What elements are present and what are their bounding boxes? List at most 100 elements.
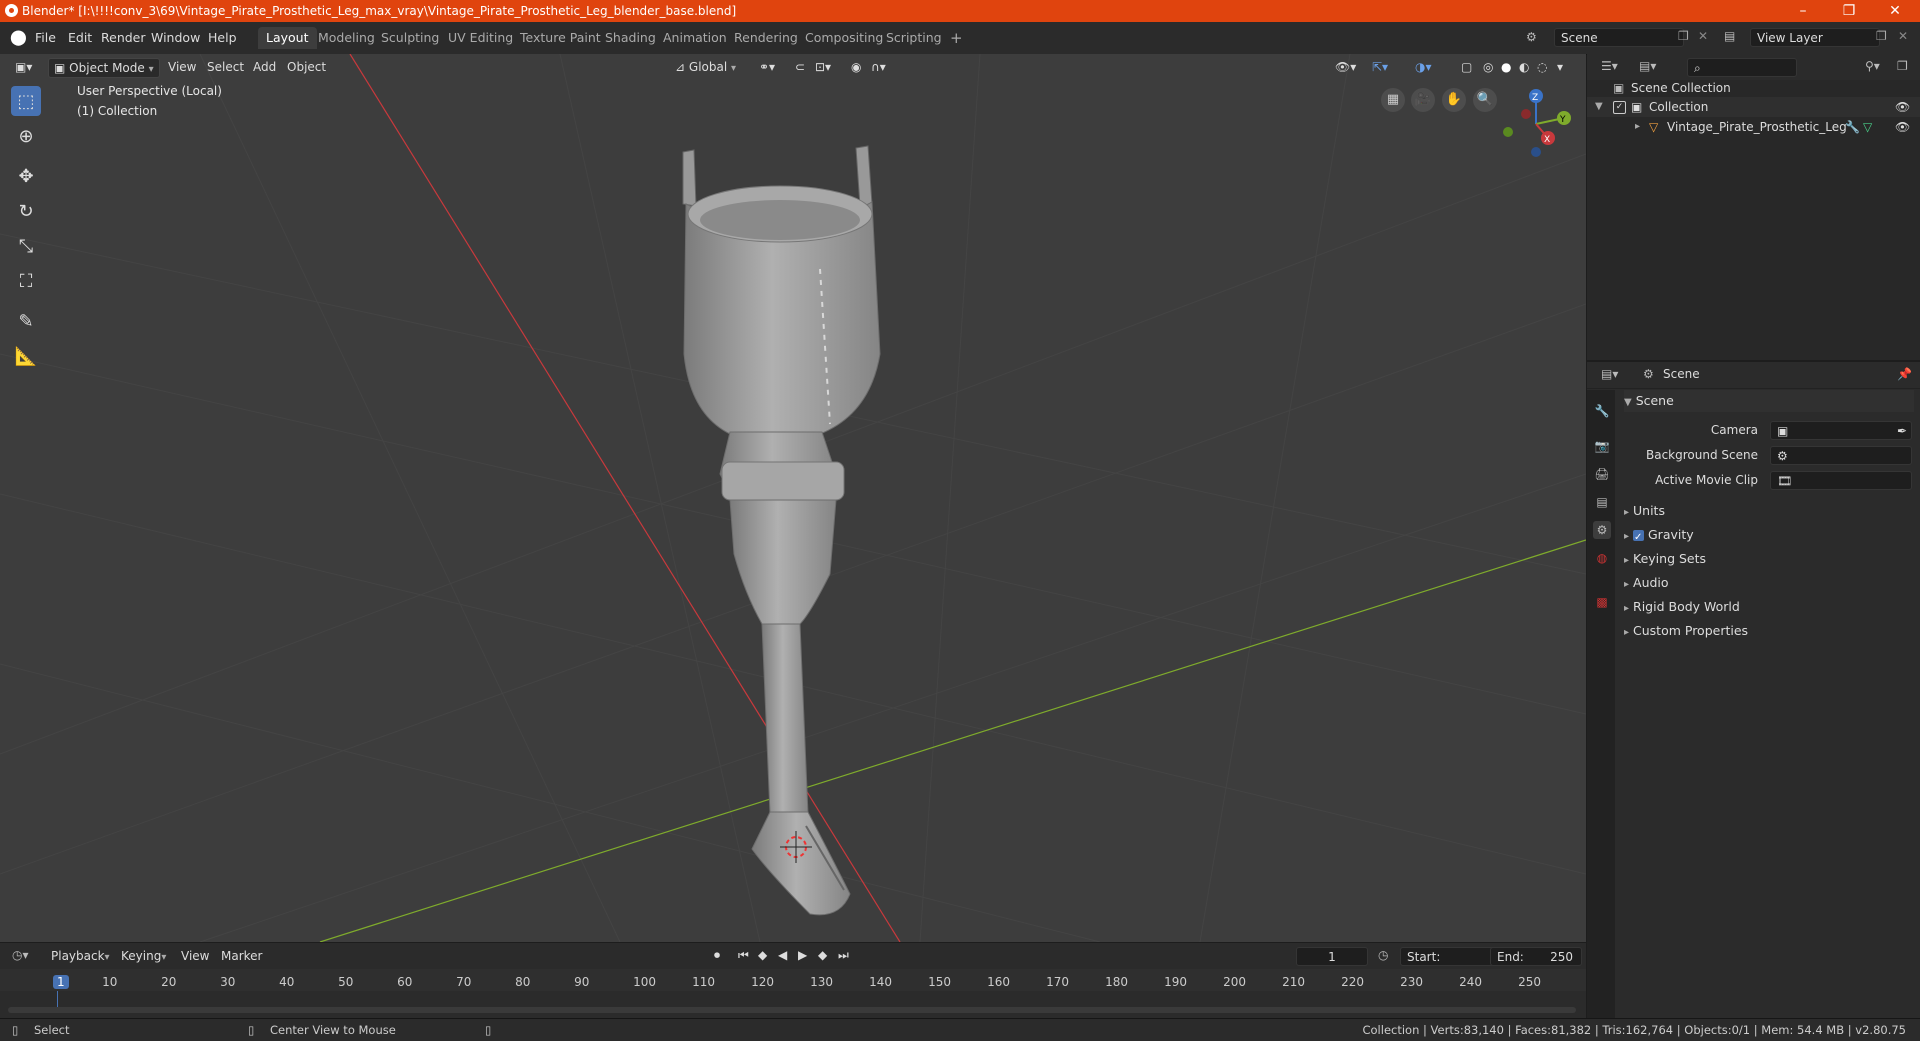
minimize-button[interactable]: – bbox=[1780, 0, 1826, 22]
proportional-falloff-icon[interactable]: ∩▾ bbox=[866, 58, 891, 76]
menu-render[interactable]: Render bbox=[101, 30, 146, 45]
close-button[interactable]: ✕ bbox=[1872, 0, 1918, 22]
outliner-search-input[interactable]: ⌕ bbox=[1687, 58, 1797, 77]
keying-sets-panel-header[interactable]: ▸ Keying Sets bbox=[1624, 548, 1914, 570]
navigation-gizmo[interactable]: Z Y X bbox=[1496, 84, 1576, 164]
expand-arrow-icon[interactable]: ▸ bbox=[1635, 117, 1640, 137]
rigid-body-world-panel-header[interactable]: ▸ Rigid Body World bbox=[1624, 596, 1914, 618]
gravity-checkbox[interactable] bbox=[1633, 527, 1645, 549]
remove-view-layer-icon[interactable]: ✕ bbox=[1898, 29, 1908, 43]
preview-range-clock-icon[interactable]: ◷ bbox=[1378, 948, 1388, 962]
output-tab-icon[interactable]: 🖨 bbox=[1593, 465, 1611, 483]
outliner-editor-type-icon[interactable]: ☰▾ bbox=[1601, 59, 1618, 73]
eye-icon[interactable]: 👁 bbox=[1895, 117, 1910, 137]
transform-orientation-dropdown[interactable]: ⊿ Global ▾ bbox=[670, 58, 741, 76]
timeline-menu-keying[interactable]: Keying▾ bbox=[116, 947, 171, 965]
rendered-shading-icon[interactable]: ◌ bbox=[1532, 58, 1552, 76]
move-icon[interactable]: ✥ bbox=[11, 161, 41, 191]
tab-shading[interactable]: Shading bbox=[597, 27, 664, 49]
menu-edit[interactable]: Edit bbox=[68, 30, 92, 45]
tool-tab-icon[interactable]: 🔧 bbox=[1593, 402, 1611, 420]
gravity-panel-header[interactable]: ▸ Gravity bbox=[1624, 524, 1914, 549]
remove-scene-icon[interactable]: ✕ bbox=[1698, 29, 1708, 43]
timeline-editor-type-icon[interactable]: ◷▾ bbox=[12, 948, 29, 962]
snap-icon[interactable]: ⊂ bbox=[790, 58, 810, 76]
outliner-row-scene-collection[interactable]: ▣ Scene Collection bbox=[1587, 78, 1920, 98]
pin-icon[interactable]: 📌 bbox=[1897, 367, 1912, 381]
scene-selector-icon[interactable]: ⚙ bbox=[1526, 30, 1537, 44]
active-movie-clip-field[interactable]: 🎞 bbox=[1770, 471, 1912, 490]
overlays-toggle-icon[interactable]: ◑▾ bbox=[1410, 58, 1437, 76]
background-scene-field[interactable]: ⚙ bbox=[1770, 446, 1912, 465]
viewport-menu-view[interactable]: View bbox=[163, 58, 201, 76]
tab-sculpting[interactable]: Sculpting bbox=[373, 27, 447, 49]
prosthetic-leg-model[interactable] bbox=[682, 145, 881, 916]
new-view-layer-icon[interactable]: ❐ bbox=[1876, 29, 1887, 43]
outliner-row-collection[interactable]: ▼ ✓ ▣ Collection 👁 bbox=[1587, 97, 1920, 117]
properties-editor-type-icon[interactable]: ▤▾ bbox=[1601, 367, 1618, 381]
object-mode-dropdown[interactable]: ▣ Object Mode ▾ bbox=[48, 58, 160, 78]
snap-target-icon[interactable]: ⊡▾ bbox=[810, 58, 836, 76]
scene-tab-icon[interactable]: ⚙ bbox=[1593, 521, 1611, 539]
outliner-row-object[interactable]: ▸ ▽ Vintage_Pirate_Prosthetic_Leg 🔧 ▽ 👁 bbox=[1587, 117, 1920, 137]
pan-view-icon[interactable]: ✋ bbox=[1442, 88, 1466, 112]
tab-rendering[interactable]: Rendering bbox=[726, 27, 806, 49]
timeline-menu-marker[interactable]: Marker bbox=[216, 947, 267, 965]
timeline-scrollbar[interactable] bbox=[8, 1007, 1576, 1013]
expand-arrow-icon[interactable]: ▼ bbox=[1595, 97, 1603, 117]
visibility-selectability-icon[interactable]: 👁▾ bbox=[1330, 58, 1361, 76]
shading-options-icon[interactable]: ▾ bbox=[1552, 58, 1568, 76]
menu-help[interactable]: Help bbox=[208, 30, 237, 45]
menu-window[interactable]: Window bbox=[151, 30, 200, 45]
camera-view-icon[interactable]: 🎥 bbox=[1411, 88, 1435, 112]
xray-toggle-icon[interactable]: ▢ bbox=[1456, 58, 1477, 76]
toggle-grid-view-icon[interactable]: ▦ bbox=[1381, 88, 1405, 112]
eyedropper-icon[interactable]: ✒ bbox=[1897, 422, 1907, 441]
menu-file[interactable]: File bbox=[35, 30, 56, 45]
filter-icon[interactable]: ⚲▾ bbox=[1865, 59, 1880, 73]
new-collection-icon[interactable]: ❐ bbox=[1897, 59, 1908, 73]
annotate-icon[interactable]: ✎ bbox=[11, 306, 41, 336]
cursor-icon[interactable]: ⊕ bbox=[11, 121, 41, 151]
audio-panel-header[interactable]: ▸ Audio bbox=[1624, 572, 1914, 594]
scene-panel-header[interactable]: ▼ Scene bbox=[1624, 390, 1914, 412]
eye-icon[interactable]: 👁 bbox=[1895, 97, 1910, 117]
new-scene-icon[interactable]: ❐ bbox=[1678, 29, 1689, 43]
viewport-menu-add[interactable]: Add bbox=[248, 58, 281, 76]
custom-properties-panel-header[interactable]: ▸ Custom Properties bbox=[1624, 620, 1914, 642]
tab-modeling[interactable]: Modeling bbox=[310, 27, 383, 49]
zoom-view-icon[interactable]: 🔍 bbox=[1473, 88, 1497, 112]
scale-icon[interactable]: ⤡ bbox=[11, 231, 41, 261]
proportional-editing-icon[interactable]: ◉ bbox=[846, 58, 866, 76]
tab-texture-paint[interactable]: Texture Paint bbox=[512, 27, 609, 49]
view-layer-icon[interactable]: ▤ bbox=[1724, 29, 1735, 43]
tab-layout[interactable]: Layout bbox=[258, 27, 317, 49]
pivot-point-icon[interactable]: ⚭▾ bbox=[754, 58, 780, 76]
blender-menu-icon[interactable]: ⬤ bbox=[10, 28, 27, 46]
transform-icon[interactable]: ⛶ bbox=[11, 266, 41, 296]
tab-animation[interactable]: Animation bbox=[655, 27, 735, 49]
record-keyframe-icon[interactable]: ⏺ bbox=[714, 948, 720, 963]
play-icon[interactable]: ▶ bbox=[798, 948, 807, 962]
render-tab-icon[interactable]: 📷 bbox=[1593, 437, 1611, 455]
view-layer-field[interactable]: View Layer bbox=[1750, 28, 1880, 47]
measure-icon[interactable]: 📐 bbox=[11, 341, 41, 371]
select-box-icon[interactable]: ⬚ bbox=[11, 86, 41, 116]
texture-tab-icon[interactable]: ▩ bbox=[1593, 593, 1611, 611]
jump-keyframe-forward-icon[interactable]: ◆ bbox=[818, 948, 827, 962]
world-tab-icon[interactable]: ◍ bbox=[1593, 549, 1611, 567]
camera-field[interactable]: ▣ ✒ bbox=[1770, 421, 1912, 440]
maximize-button[interactable]: ❐ bbox=[1826, 0, 1872, 22]
end-frame-field[interactable]: End: 250 bbox=[1490, 947, 1582, 966]
editor-type-icon[interactable]: ▣▾ bbox=[10, 58, 37, 76]
3d-viewport[interactable] bbox=[0, 54, 1586, 942]
viewport-menu-object[interactable]: Object bbox=[282, 58, 331, 76]
timeline-menu-playback[interactable]: Playback▾ bbox=[46, 947, 115, 965]
rotate-icon[interactable]: ↻ bbox=[11, 196, 41, 226]
timeline-menu-view[interactable]: View bbox=[176, 947, 214, 965]
modifier-wrench-icon[interactable]: 🔧 bbox=[1845, 117, 1860, 137]
add-workspace-button[interactable]: + bbox=[942, 27, 971, 49]
units-panel-header[interactable]: ▸ Units bbox=[1624, 500, 1914, 522]
gizmo-toggle-icon[interactable]: ⇱▾ bbox=[1367, 58, 1393, 76]
current-frame-field[interactable]: 1 bbox=[1296, 947, 1368, 966]
